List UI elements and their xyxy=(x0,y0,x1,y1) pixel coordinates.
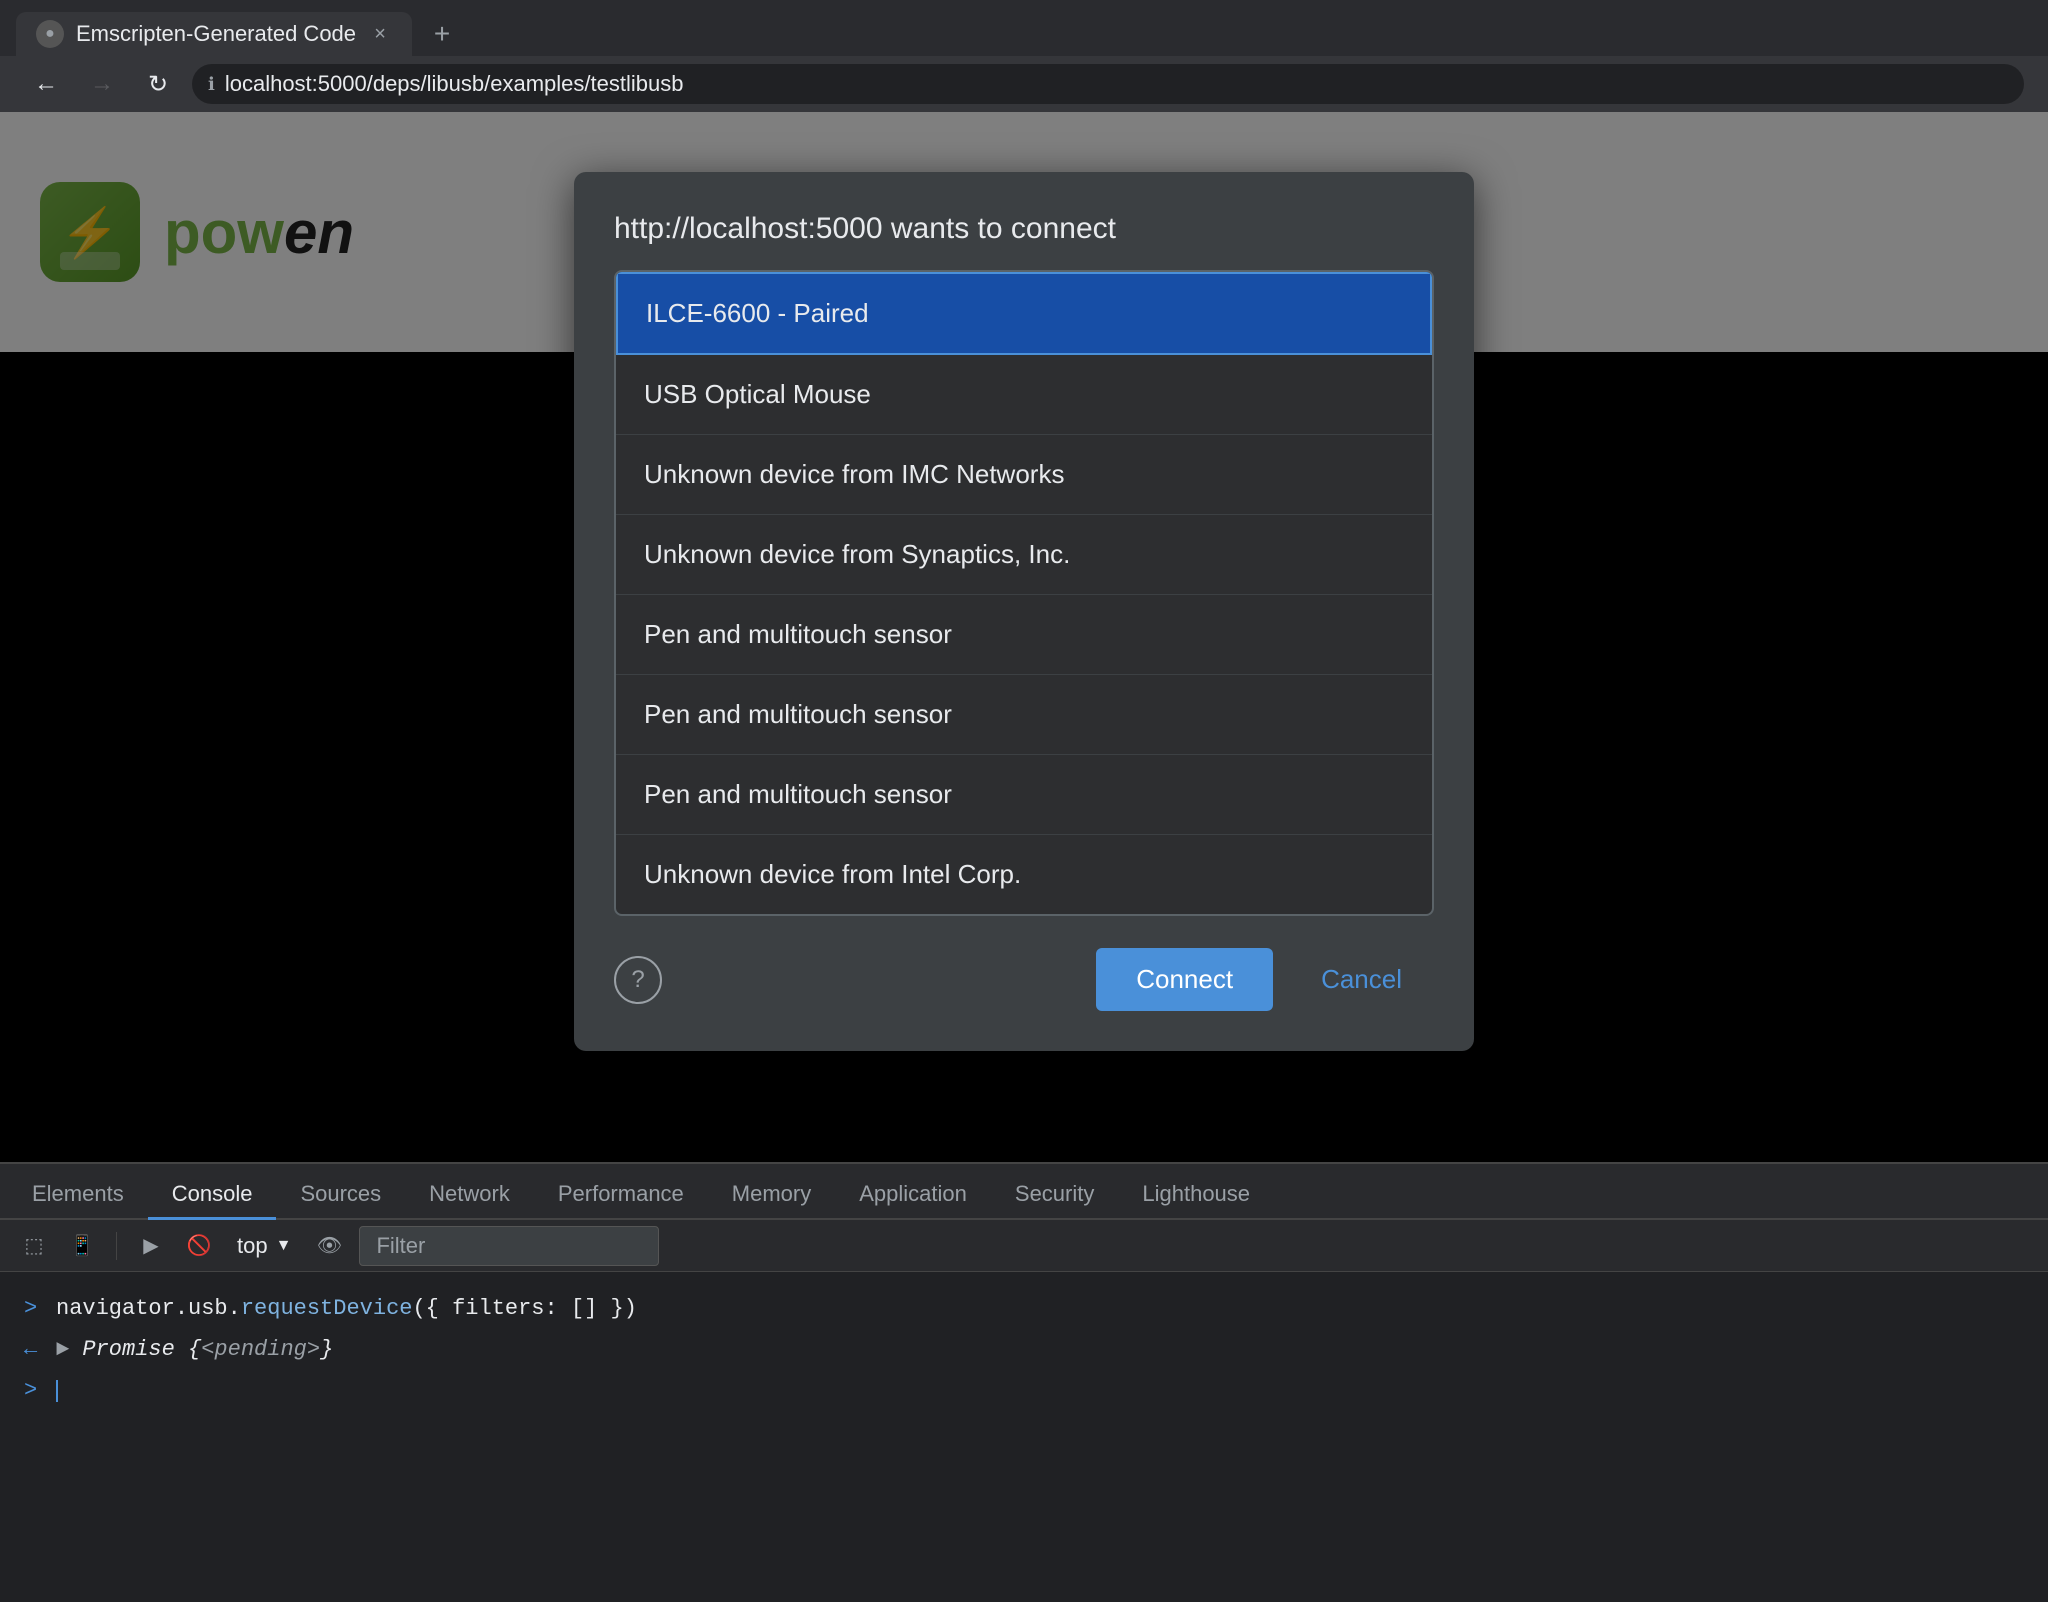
context-label: top xyxy=(237,1233,268,1259)
tab-favicon: ● xyxy=(36,20,64,48)
device-list[interactable]: ILCE-6600 - PairedUSB Optical MouseUnkno… xyxy=(614,270,1434,916)
device-list-item[interactable]: Pen and multitouch sensor xyxy=(616,595,1432,675)
address-bar[interactable]: ℹ localhost:5000/deps/libusb/examples/te… xyxy=(192,64,2024,104)
console-promise-text: Promise { xyxy=(82,1337,201,1362)
console-output-text: ► Promise {<pending>} xyxy=(56,1333,333,1366)
dialog-overlay: http://localhost:5000 wants to connect I… xyxy=(0,112,2048,1162)
devtools-separator-1 xyxy=(116,1232,117,1260)
devtools-tab-memory[interactable]: Memory xyxy=(708,1171,835,1220)
console-output-line-1: ← ► Promise {<pending>} xyxy=(24,1329,2024,1370)
nav-bar: ← → ↻ ℹ localhost:5000/deps/libusb/examp… xyxy=(0,56,2048,112)
tab-bar: ● Emscripten-Generated Code × + xyxy=(0,0,2048,56)
dialog-title: http://localhost:5000 wants to connect xyxy=(614,212,1434,246)
devtools-block-button[interactable]: 🚫 xyxy=(181,1228,217,1264)
browser-chrome: ● Emscripten-Generated Code × + ← → ↻ ℹ … xyxy=(0,0,2048,112)
console-cursor xyxy=(56,1380,58,1402)
device-list-item[interactable]: Pen and multitouch sensor xyxy=(616,755,1432,835)
devtools-inspect-button[interactable]: ⬚ xyxy=(16,1228,52,1264)
reload-button[interactable]: ↻ xyxy=(136,62,180,106)
device-list-item[interactable]: ILCE-6600 - Paired xyxy=(616,272,1432,355)
devtools-tab-security[interactable]: Security xyxy=(991,1171,1118,1220)
new-tab-button[interactable]: + xyxy=(420,12,464,56)
devtools-tab-performance[interactable]: Performance xyxy=(534,1171,708,1220)
console-code-1: navigator.usb.requestDevice({ filters: [… xyxy=(56,1292,637,1325)
devtools-panel: ElementsConsoleSourcesNetworkPerformance… xyxy=(0,1162,2048,1602)
usb-connect-dialog: http://localhost:5000 wants to connect I… xyxy=(574,172,1474,1051)
console-code-nav: navigator.usb. xyxy=(56,1296,241,1321)
console-code-method: requestDevice xyxy=(241,1296,413,1321)
devtools-toolbar: ⬚ 📱 ▶ 🚫 top ▼ 👁 xyxy=(0,1220,2048,1272)
cancel-button[interactable]: Cancel xyxy=(1289,948,1434,1011)
console-input-line-1: > navigator.usb.requestDevice({ filters:… xyxy=(24,1288,2024,1329)
console-triangle: ► xyxy=(56,1337,69,1362)
console-active-input[interactable]: > xyxy=(24,1370,2024,1411)
devtools-tab-sources[interactable]: Sources xyxy=(276,1171,405,1220)
console-code-args: ({ xyxy=(412,1296,452,1321)
devtools-eye-button[interactable]: 👁 xyxy=(311,1228,347,1264)
devtools-tab-console[interactable]: Console xyxy=(148,1171,277,1220)
tab-title: Emscripten-Generated Code xyxy=(76,21,356,47)
console-output-arrow: ← xyxy=(24,1333,44,1366)
devtools-tab-lighthouse[interactable]: Lighthouse xyxy=(1118,1171,1274,1220)
console-content: > navigator.usb.requestDevice({ filters:… xyxy=(0,1272,2048,1602)
device-list-item[interactable]: Unknown device from IMC Networks xyxy=(616,435,1432,515)
help-icon[interactable]: ? xyxy=(614,956,662,1004)
device-list-item[interactable]: USB Optical Mouse xyxy=(616,355,1432,435)
devtools-tab-elements[interactable]: Elements xyxy=(8,1171,148,1220)
console-code-colon: : [] }) xyxy=(545,1296,637,1321)
address-bar-security-icon: ℹ xyxy=(208,74,215,95)
device-list-item[interactable]: Unknown device from Intel Corp. xyxy=(616,835,1432,914)
devtools-tabs: ElementsConsoleSourcesNetworkPerformance… xyxy=(0,1164,2048,1220)
console-pending-text: <pending> xyxy=(201,1337,320,1362)
devtools-play-button[interactable]: ▶ xyxy=(133,1228,169,1264)
devtools-tab-network[interactable]: Network xyxy=(405,1171,534,1220)
context-selector[interactable]: top ▼ xyxy=(229,1229,299,1263)
console-filter-input[interactable] xyxy=(359,1226,659,1266)
dialog-buttons: Connect Cancel xyxy=(1096,948,1434,1011)
connect-button[interactable]: Connect xyxy=(1096,948,1273,1011)
tab-close-button[interactable]: × xyxy=(368,22,392,46)
console-code-filters-key: filters xyxy=(452,1296,544,1321)
console-active-prompt: > xyxy=(24,1378,44,1403)
back-button[interactable]: ← xyxy=(24,62,68,106)
context-dropdown-icon: ▼ xyxy=(276,1237,292,1255)
address-bar-url: localhost:5000/deps/libusb/examples/test… xyxy=(225,71,684,97)
device-list-item[interactable]: Unknown device from Synaptics, Inc. xyxy=(616,515,1432,595)
devtools-tab-application[interactable]: Application xyxy=(835,1171,991,1220)
device-list-item[interactable]: Pen and multitouch sensor xyxy=(616,675,1432,755)
console-input-prompt-1: > xyxy=(24,1292,44,1325)
browser-tab[interactable]: ● Emscripten-Generated Code × xyxy=(16,12,412,56)
dialog-footer: ? Connect Cancel xyxy=(614,948,1434,1011)
devtools-device-button[interactable]: 📱 xyxy=(64,1228,100,1264)
console-close-brace: } xyxy=(320,1337,333,1362)
forward-button[interactable]: → xyxy=(80,62,124,106)
